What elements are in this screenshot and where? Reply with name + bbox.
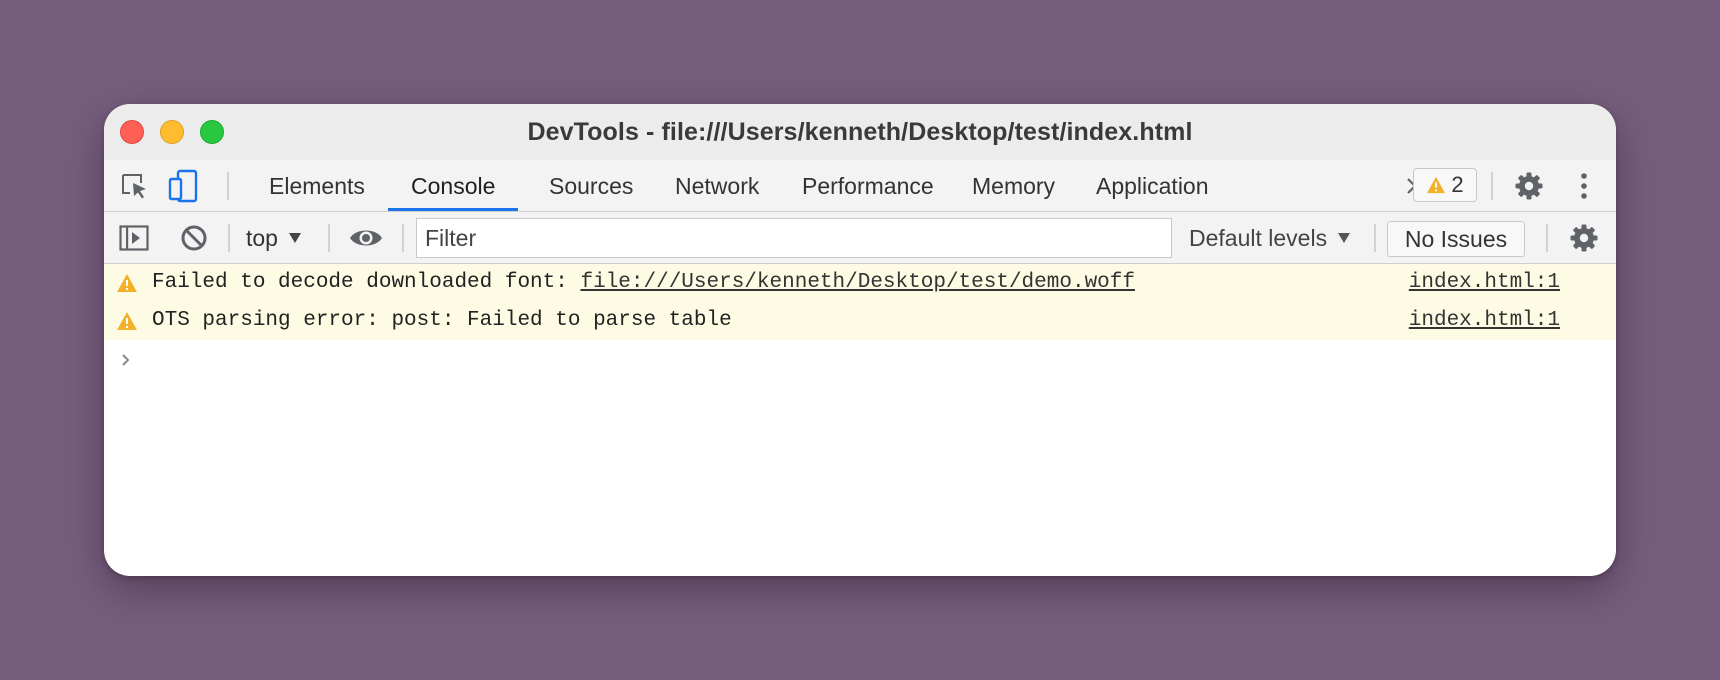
gear-icon — [1570, 224, 1598, 252]
gear-icon — [1515, 172, 1543, 200]
vertical-ellipsis-icon — [1581, 173, 1587, 199]
tab-performance[interactable]: Performance — [779, 160, 957, 211]
chevron-right-icon — [122, 354, 130, 366]
issues-warning-badge[interactable]: 2 — [1413, 168, 1477, 202]
live-expression-button[interactable] — [348, 224, 384, 252]
window-title: DevTools - file:///Users/kenneth/Desktop… — [527, 118, 1193, 146]
warning-icon — [117, 274, 137, 292]
toolbar-divider — [1374, 224, 1376, 252]
message-text: OTS parsing error: post: Failed to parse… — [152, 302, 732, 340]
toolbar-divider — [1491, 172, 1493, 200]
dropdown-arrow-icon — [1338, 233, 1351, 243]
devtools-tab-bar: Elements Console Sources Network Perform… — [104, 160, 1616, 212]
tab-application[interactable]: Application — [1073, 160, 1232, 211]
message-source-link[interactable]: index.html:1 — [1409, 302, 1560, 340]
warning-icon — [117, 312, 137, 330]
tab-console[interactable]: Console — [388, 160, 519, 211]
tab-elements[interactable]: Elements — [246, 160, 388, 211]
show-sidebar-button[interactable] — [118, 223, 150, 253]
eye-icon — [350, 230, 382, 246]
more-options-button[interactable] — [1572, 170, 1596, 202]
device-toolbar-button[interactable] — [166, 168, 200, 204]
console-warning-message: Failed to decode downloaded font: file:/… — [104, 264, 1616, 302]
tab-sources[interactable]: Sources — [526, 160, 656, 211]
message-body: OTS parsing error: post: Failed to parse… — [152, 309, 732, 332]
title-bar: DevTools - file:///Users/kenneth/Desktop… — [104, 104, 1616, 160]
tab-network[interactable]: Network — [652, 160, 782, 211]
inspect-element-button[interactable] — [118, 170, 150, 202]
sidebar-toggle-icon — [119, 225, 149, 251]
toolbar-divider — [402, 224, 404, 252]
issues-button[interactable]: No Issues — [1387, 221, 1525, 257]
console-messages: Failed to decode downloaded font: file:/… — [104, 264, 1616, 380]
console-toolbar: top Default levels No Issues — [104, 212, 1616, 264]
console-settings-button[interactable] — [1568, 222, 1600, 254]
context-label: top — [246, 224, 278, 251]
message-url-link[interactable]: file:///Users/kenneth/Desktop/test/demo.… — [580, 271, 1135, 294]
clear-console-button[interactable] — [180, 224, 208, 252]
devtools-window: DevTools - file:///Users/kenneth/Desktop… — [104, 104, 1616, 576]
warning-count: 2 — [1451, 172, 1464, 197]
message-text: Failed to decode downloaded font: file:/… — [152, 264, 1135, 302]
settings-button[interactable] — [1513, 170, 1545, 202]
log-levels-label: Default levels — [1189, 224, 1328, 251]
toolbar-divider — [1546, 224, 1548, 252]
javascript-context-select[interactable]: top — [246, 212, 302, 264]
console-warning-message: OTS parsing error: post: Failed to parse… — [104, 302, 1616, 340]
dropdown-arrow-icon — [288, 233, 301, 243]
warning-icon — [1427, 176, 1446, 194]
message-source-link[interactable]: index.html:1 — [1409, 264, 1560, 302]
toolbar-divider — [228, 224, 230, 252]
toolbar-divider — [227, 172, 229, 200]
tab-memory[interactable]: Memory — [949, 160, 1078, 211]
filter-input[interactable] — [416, 218, 1172, 258]
inspect-element-icon — [122, 174, 146, 199]
block-icon — [181, 225, 207, 251]
console-prompt[interactable] — [104, 340, 1616, 380]
message-body: Failed to decode downloaded font: — [152, 271, 581, 294]
log-levels-dropdown[interactable]: Default levels — [1189, 212, 1351, 264]
toolbar-divider — [328, 224, 330, 252]
device-toolbar-icon — [168, 169, 198, 203]
